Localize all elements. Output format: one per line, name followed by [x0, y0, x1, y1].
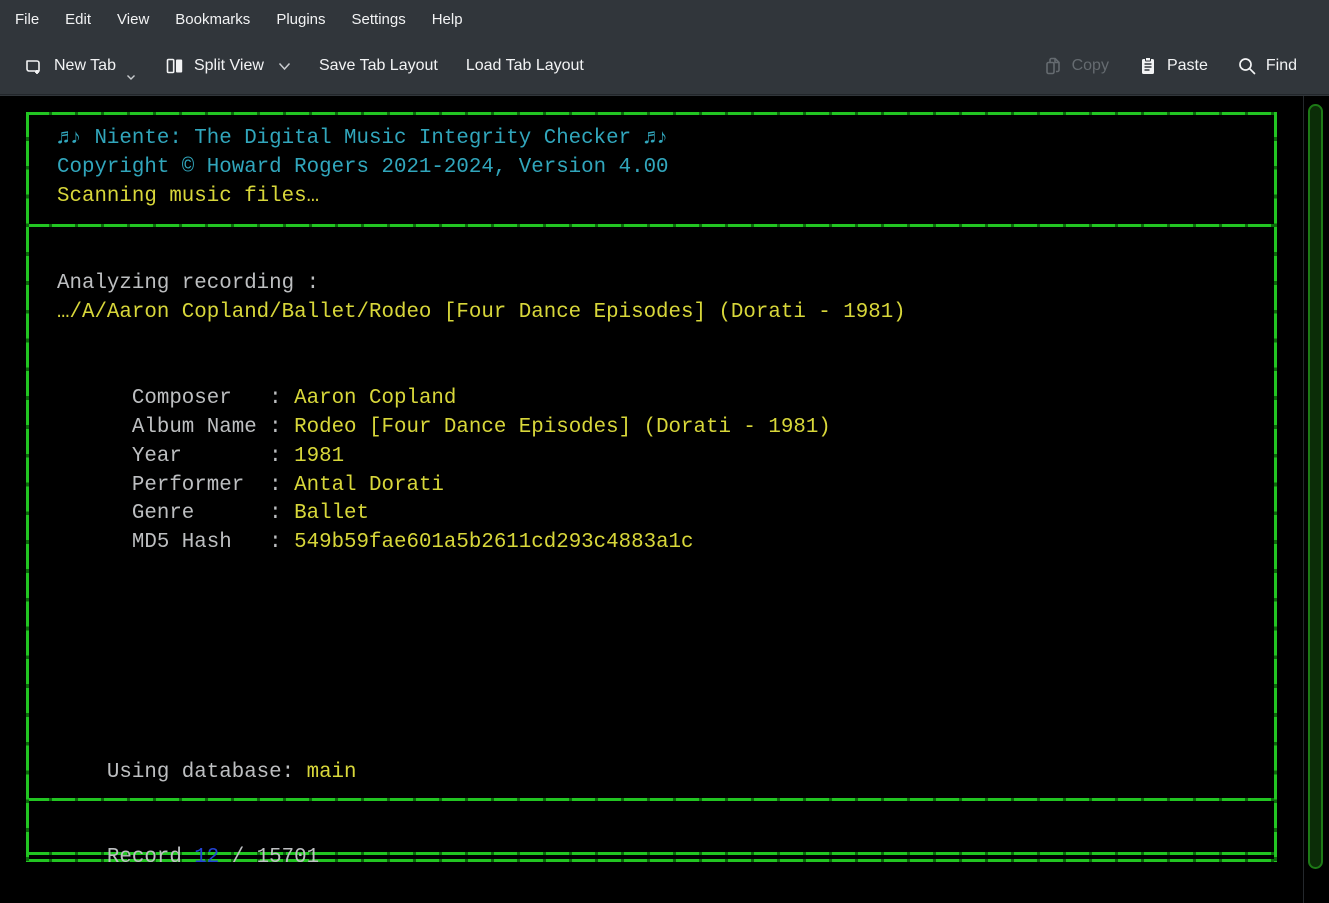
recording-path: …/A/Aaron Copland/Ballet/Rodeo [Four Dan…: [57, 299, 906, 328]
database-value: main: [307, 761, 357, 784]
menu-help[interactable]: Help: [419, 2, 476, 37]
field-label: Year: [132, 443, 269, 472]
record-label: Record: [107, 846, 182, 869]
field-colon: :: [269, 445, 294, 468]
field-colon: :: [269, 416, 294, 439]
menu-edit[interactable]: Edit: [52, 2, 104, 37]
field-value: Antal Dorati: [294, 474, 444, 497]
menu-bar: File Edit View Bookmarks Plugins Setting…: [0, 0, 1329, 38]
copy-label: Copy: [1072, 57, 1109, 75]
blank-line: [57, 328, 906, 357]
save-tab-layout-label: Save Tab Layout: [319, 57, 438, 75]
field-label: Composer: [132, 385, 269, 414]
record-separator: /: [232, 846, 244, 869]
field-value: Rodeo [Four Dance Episodes] (Dorati - 19…: [294, 416, 831, 439]
find-label: Find: [1266, 57, 1297, 75]
field-colon: :: [269, 474, 294, 497]
new-tab-chevron-down-icon[interactable]: [126, 74, 136, 81]
menu-view[interactable]: View: [104, 2, 162, 37]
record-current: 12: [194, 846, 219, 869]
split-view-button[interactable]: Split View: [154, 47, 301, 85]
find-icon: [1236, 55, 1258, 77]
menu-file[interactable]: File: [2, 2, 52, 37]
scan-status: Scanning music files…: [57, 183, 669, 212]
scrollbar-track-divider: [1303, 96, 1304, 903]
record-counter: Record12/15701: [57, 815, 319, 844]
new-tab-label: New Tab: [54, 57, 116, 75]
menu-bookmarks[interactable]: Bookmarks: [162, 2, 263, 37]
copy-button[interactable]: Copy: [1032, 47, 1119, 85]
terminal-area[interactable]: ♬♪ Niente: The Digital Music Integrity C…: [0, 96, 1329, 903]
tui-frame-right-border: [1274, 112, 1277, 862]
database-line: Using database:main: [57, 730, 357, 759]
field-value: Ballet: [294, 502, 369, 525]
load-tab-layout-label: Load Tab Layout: [466, 57, 584, 75]
record-total: 15701: [257, 846, 319, 869]
save-tab-layout-button[interactable]: Save Tab Layout: [309, 49, 448, 83]
scrollbar-thumb[interactable]: [1308, 104, 1323, 869]
menu-settings[interactable]: Settings: [339, 2, 419, 37]
new-tab-button[interactable]: New Tab: [14, 47, 146, 85]
copy-icon: [1042, 55, 1064, 77]
app-title: ♬♪ Niente: The Digital Music Integrity C…: [57, 125, 669, 154]
toolbar: New Tab Split View Save Ta: [0, 38, 1329, 95]
paste-label: Paste: [1167, 57, 1208, 75]
app-copyright: Copyright © Howard Rogers 2021-2024, Ver…: [57, 154, 669, 183]
app-header-box: ♬♪ Niente: The Digital Music Integrity C…: [57, 125, 669, 211]
split-view-icon: [164, 55, 186, 77]
field-colon: :: [269, 531, 294, 554]
analysis-box: Analyzing recording : …/A/Aaron Copland/…: [57, 270, 906, 529]
tui-frame-top-border: [26, 112, 1277, 115]
field-value: Aaron Copland: [294, 387, 456, 410]
database-label: Using database:: [107, 761, 294, 784]
tui-frame-left-border: [26, 112, 29, 862]
find-button[interactable]: Find: [1226, 47, 1307, 85]
field-value: 549b59fae601a5b2611cd293c4883a1c: [294, 531, 693, 554]
window-chrome: File Edit View Bookmarks Plugins Setting…: [0, 0, 1329, 96]
paste-button[interactable]: Paste: [1127, 47, 1218, 85]
tui-status-separator: [26, 798, 1277, 801]
field-label: MD5 Hash: [132, 529, 269, 558]
field-row-composer: Composer: Aaron Copland: [57, 356, 906, 385]
new-tab-icon: [24, 55, 46, 77]
split-view-chevron-down-icon[interactable]: [278, 62, 291, 71]
load-tab-layout-button[interactable]: Load Tab Layout: [456, 49, 594, 83]
analyzing-label: Analyzing recording :: [57, 270, 906, 299]
field-colon: :: [269, 387, 294, 410]
tui-header-separator: [26, 224, 1277, 227]
field-label: Genre: [132, 500, 269, 529]
field-label: Album Name: [132, 414, 269, 443]
menu-plugins[interactable]: Plugins: [263, 2, 338, 37]
paste-icon: [1137, 55, 1159, 77]
field-colon: :: [269, 502, 294, 525]
split-view-label: Split View: [194, 57, 264, 75]
field-label: Performer: [132, 472, 269, 501]
field-value: 1981: [294, 445, 344, 468]
